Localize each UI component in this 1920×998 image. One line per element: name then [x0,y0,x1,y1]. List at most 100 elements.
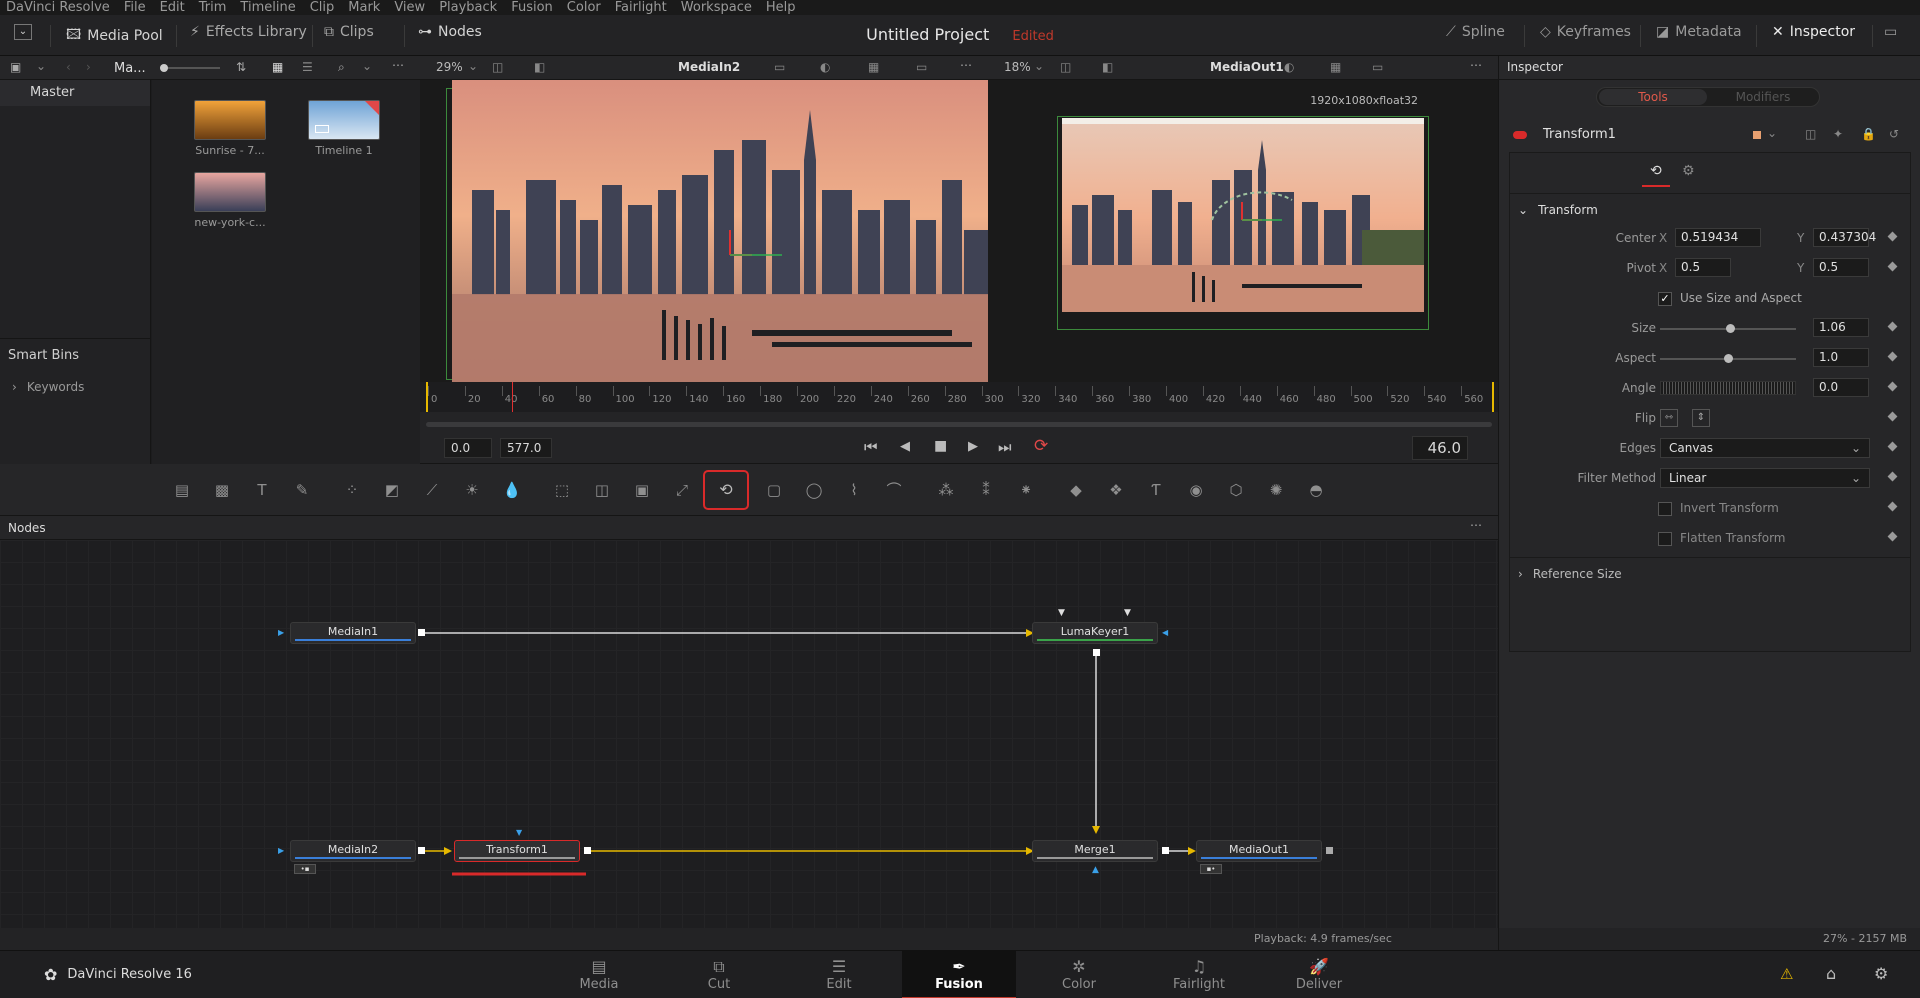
left-viewer[interactable] [420,80,990,382]
menu-file[interactable]: File [124,0,146,15]
effects-library-button[interactable]: ⚡ Effects Library [190,24,307,40]
node-thumbnail-toggle-icon[interactable]: ▪• [1200,864,1222,874]
loop-icon[interactable]: ⟳ [1034,436,1048,456]
particles-tool-icon[interactable]: ⁘ [340,478,364,502]
pin-icon[interactable]: ✦ [1833,127,1843,141]
playhead[interactable] [512,382,513,412]
grid-icon[interactable]: ▦ [1330,60,1341,74]
color-curves-tool-icon[interactable]: ◩ [380,478,404,502]
time-ruler[interactable]: 0204060801001201401601802002202402602803… [420,382,1498,412]
transform-tool-button[interactable]: ⟲ [703,470,749,510]
more-options-icon[interactable]: ⋯ [960,58,972,72]
output-port[interactable] [1093,649,1100,656]
spherical-camera-icon[interactable]: ◓ [1304,478,1328,502]
skip-to-end-icon[interactable]: ⏭ [998,438,1012,456]
roi-icon[interactable]: ◧ [534,60,545,74]
page-tab-color[interactable]: ✲ Color [1024,951,1134,998]
keyframe-diamond-icon[interactable] [1887,381,1898,392]
aspect-icon[interactable]: ▭ [1372,60,1383,74]
menu-playback[interactable]: Playback [439,0,497,15]
menu-color[interactable]: Color [567,0,601,15]
color-picker-icon[interactable]: ◐ [820,60,830,74]
chevron-down-icon[interactable]: ⌄ [1034,59,1044,73]
use-size-aspect-checkbox[interactable]: ✓ [1658,292,1672,306]
text-tool-icon[interactable]: T [250,478,274,502]
flip-vertical-icon[interactable]: ⇕ [1692,409,1710,427]
media-pool-button[interactable]: 🖾 Media Pool [66,24,163,48]
keywords-bin[interactable]: › Keywords [12,380,84,394]
pivot-y-input[interactable]: 0.5 [1813,258,1869,277]
versions-icon[interactable]: ◫ [1805,127,1816,141]
background-tool-icon[interactable]: ▤ [170,478,194,502]
shape-3d-icon[interactable]: ◆ [1064,478,1088,502]
bspline-mask-icon[interactable]: ⌒ [882,478,906,502]
lock-icon[interactable]: 🔒 [1861,127,1876,141]
input-triangle-icon[interactable]: ▼ [1124,608,1131,618]
node-merge1[interactable]: Merge1 [1032,840,1158,862]
size-slider-knob[interactable] [1726,324,1735,333]
global-end-field[interactable]: 577.0 [500,438,552,458]
aspect-slider-knob[interactable] [1724,354,1733,363]
skip-to-start-icon[interactable]: ⏮ [864,438,878,456]
page-tab-edit[interactable]: ☰ Edit [784,951,894,998]
keyframe-diamond-icon[interactable] [1887,261,1898,272]
camera-3d-icon[interactable]: ◉ [1184,478,1208,502]
node-mediain2[interactable]: MediaIn2 [290,840,416,862]
slider-knob[interactable] [160,64,168,72]
input-triangle-icon[interactable]: ▼ [516,828,522,837]
more-options-icon[interactable]: ⋯ [1470,58,1482,72]
node-graph[interactable]: ▶ MediaIn1 ▼ ▼ LumaKeyer1 ◀ ▶ MediaIn2 •… [0,540,1498,928]
center-x-input[interactable]: 0.519434 [1675,228,1761,247]
inspector-button[interactable]: ✕ Inspector [1772,24,1855,40]
aspect-icon[interactable]: ▭ [916,60,927,74]
layout-icon[interactable]: ◫ [1060,60,1071,74]
clip-thumbnail-new-york[interactable] [194,172,266,212]
node-mediain1[interactable]: MediaIn1 [290,622,416,644]
clip-thumbnail-timeline[interactable] [308,100,380,140]
menu-edit[interactable]: Edit [160,0,185,15]
right-viewer[interactable]: 1920x1080xfloat32 [990,80,1498,382]
step-back-icon[interactable]: ◀ [900,439,910,454]
input-triangle-icon[interactable]: ▼ [1058,608,1065,618]
scale-tool-icon[interactable]: ⤢ [670,478,694,502]
keyframe-diamond-icon[interactable] [1887,441,1898,452]
roi-icon[interactable]: ◧ [1102,60,1113,74]
search-icon[interactable]: ⌕ [338,60,345,75]
metadata-button[interactable]: ◪ Metadata [1656,24,1742,40]
keyframe-diamond-icon[interactable] [1887,321,1898,332]
node-thumbnail-toggle-icon[interactable]: •▪ [294,864,316,874]
resize-tool-icon[interactable]: ⬚ [550,478,574,502]
output-port[interactable] [584,847,591,854]
menu-fairlight[interactable]: Fairlight [615,0,667,15]
bin-master[interactable]: Master [0,80,150,106]
blur-tool-icon[interactable]: 💧 [500,478,524,502]
ellipse-mask-icon[interactable]: ◯ [802,478,826,502]
pivot-x-input[interactable]: 0.5 [1675,258,1731,277]
paint-tool-icon[interactable]: ✎ [290,478,314,502]
chevron-down-icon[interactable]: ⌄ [1767,126,1777,140]
page-tab-cut[interactable]: ⧉ Cut [664,951,774,998]
clips-button[interactable]: ⧉ Clips [324,24,374,40]
size-input[interactable]: 1.06 [1813,318,1869,337]
settings-tab-icon[interactable]: ⚙ [1682,163,1695,179]
clip-thumbnail-sunrise[interactable] [194,100,266,140]
chevron-down-icon[interactable]: ⌄ [362,59,372,73]
back-icon[interactable]: ‹ [66,60,71,74]
menu-mark[interactable]: Mark [348,0,380,15]
global-start-field[interactable]: 0.0 [444,438,492,458]
tool-enable-toggle[interactable] [1513,131,1527,139]
right-zoom-level[interactable]: 18% [1004,60,1031,74]
rectangle-mask-icon[interactable]: ▢ [762,478,786,502]
section-transform[interactable]: ⌄ Transform [1518,203,1598,217]
more-options-icon[interactable]: ⋯ [392,58,404,72]
output-port[interactable] [418,629,425,636]
play-icon[interactable]: ▶ [968,439,978,454]
reset-icon[interactable]: ↺ [1889,127,1899,141]
edges-dropdown[interactable]: Canvas ⌄ [1660,438,1870,458]
menu-clip[interactable]: Clip [310,0,335,15]
menu-help[interactable]: Help [766,0,796,15]
layout-icon[interactable]: ◫ [492,60,503,74]
aspect-input[interactable]: 1.0 [1813,348,1869,367]
render-range-start[interactable] [426,382,428,412]
chevron-down-icon[interactable]: ⌄ [468,59,478,73]
